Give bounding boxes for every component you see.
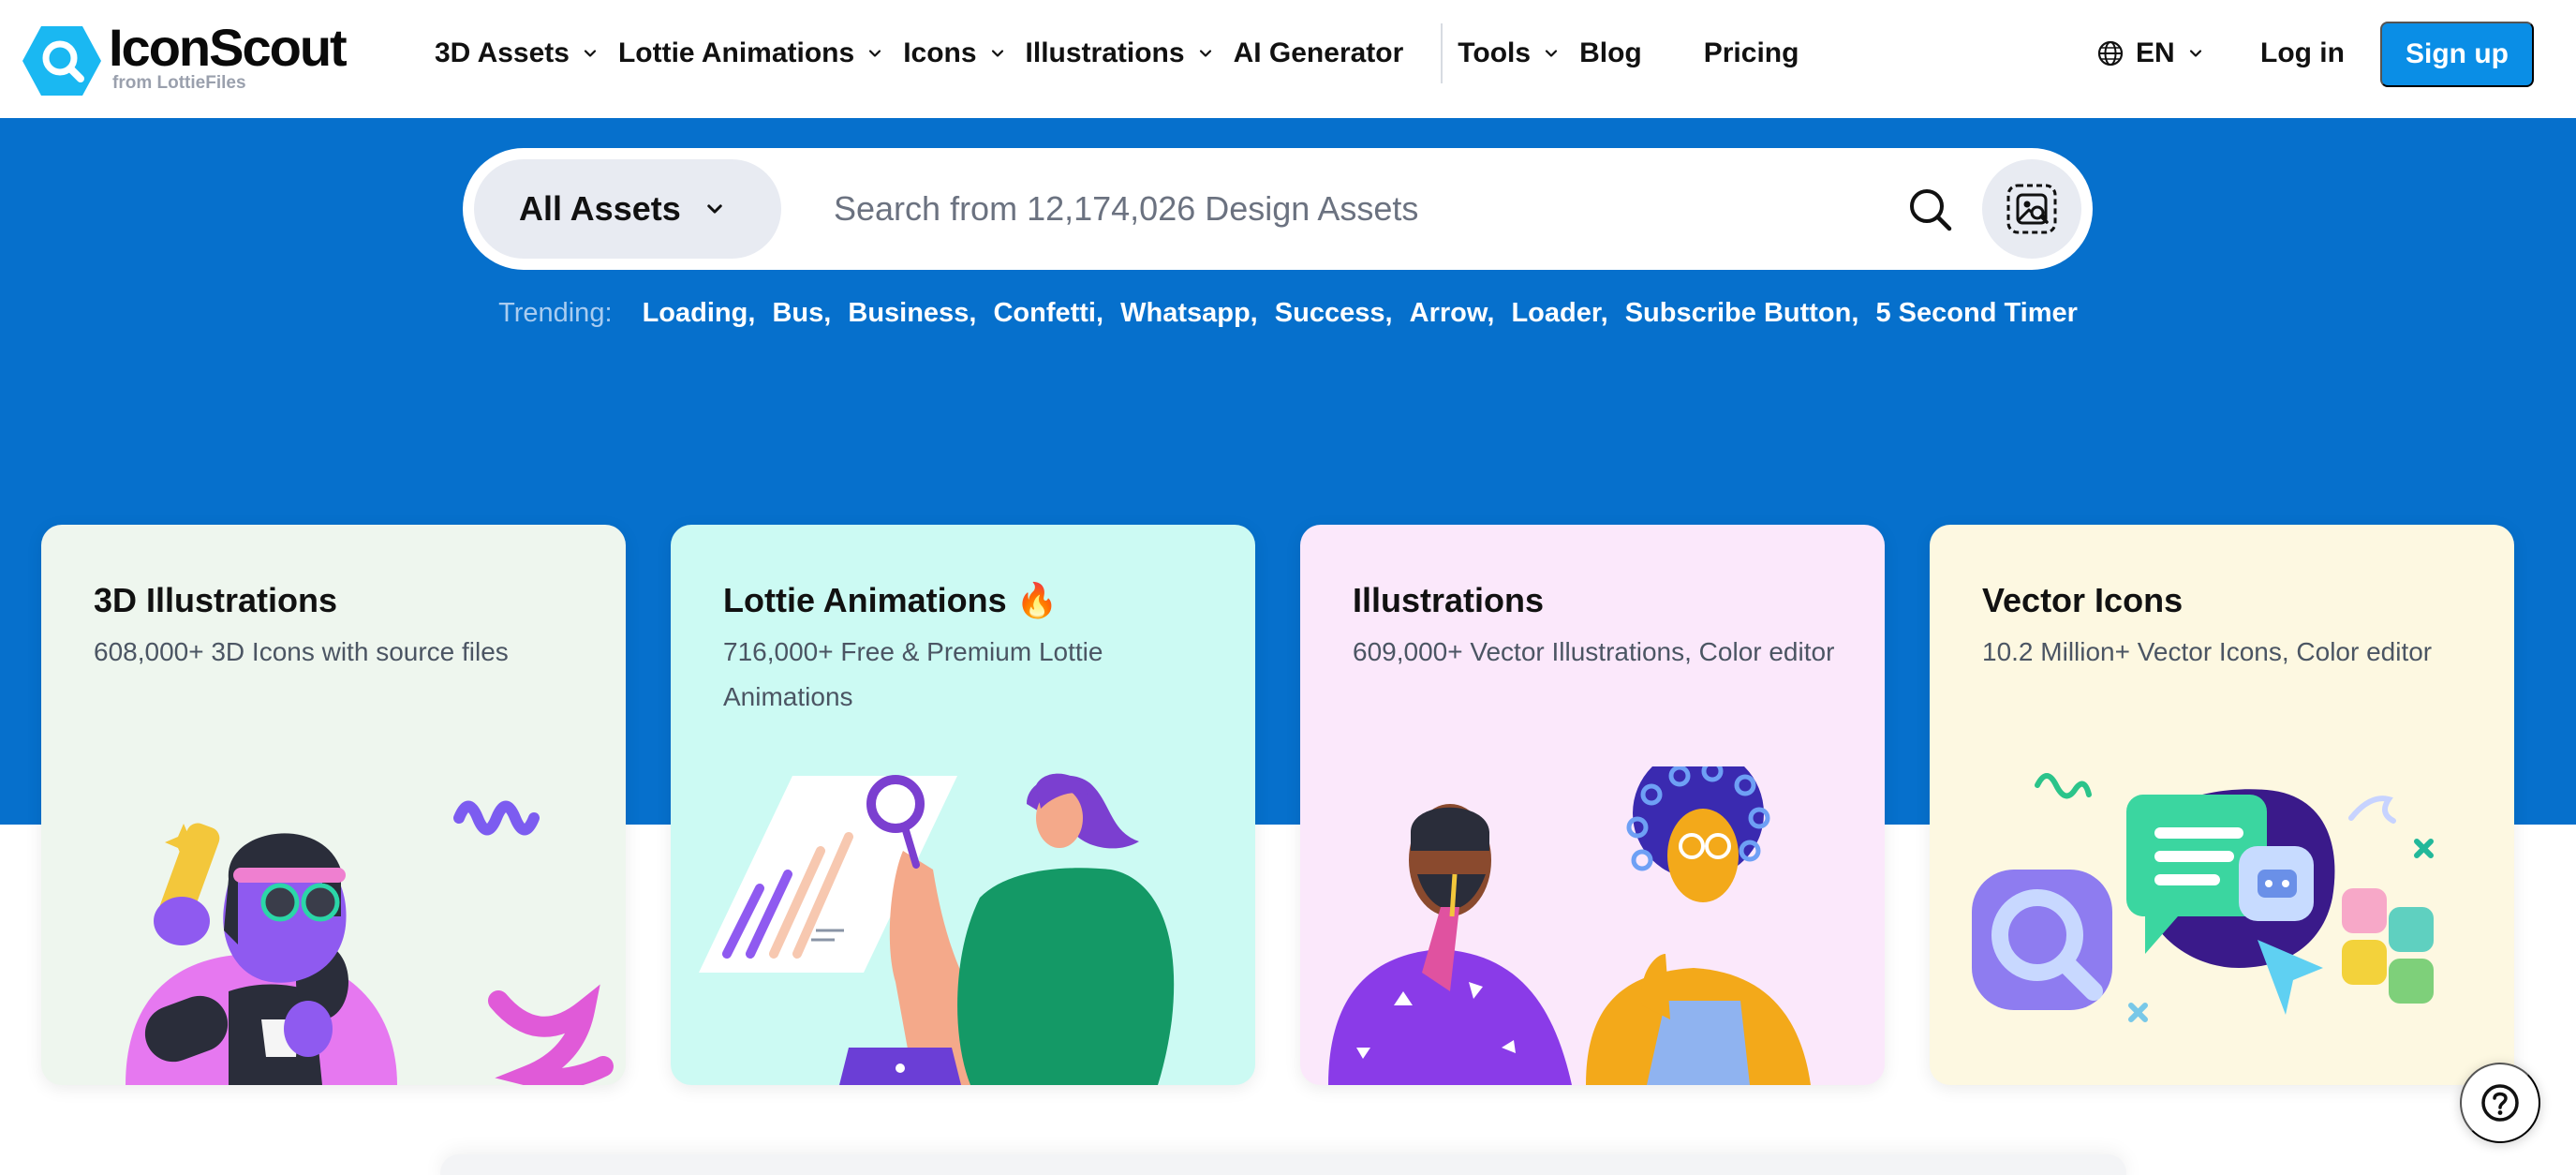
chevron-down-icon xyxy=(869,50,881,57)
card-description: 608,000+ 3D Icons with source files xyxy=(94,637,509,666)
search-input[interactable] xyxy=(834,174,1864,244)
chevron-down-icon xyxy=(707,204,722,214)
trending-link[interactable]: Confetti xyxy=(993,298,1096,328)
trending-link[interactable]: Loader xyxy=(1511,298,1600,328)
help-button[interactable] xyxy=(2460,1063,2540,1143)
card-title: 3D Illustrations xyxy=(94,581,338,619)
card-title: Lottie Animations 🔥 xyxy=(723,581,1059,619)
trending-label: Trending: xyxy=(498,298,613,328)
chevron-down-icon xyxy=(2189,50,2201,57)
image-search-button[interactable] xyxy=(1982,159,2081,259)
nav-pricing[interactable]: Pricing xyxy=(1704,37,1799,69)
search-icon[interactable] xyxy=(1907,186,1954,233)
card-description: 609,000+ Vector Illustrations, Color edi… xyxy=(1353,637,1835,666)
nav-lottie-animations[interactable]: Lottie Animations xyxy=(618,37,882,69)
login-link[interactable]: Log in xyxy=(2260,0,2345,107)
search-bar: All Assets xyxy=(463,148,2093,270)
nav-illustrations[interactable]: Illustrations xyxy=(1026,37,1213,69)
card-illustrations[interactable]: Illustrations 609,000+ Vector Illustrati… xyxy=(1300,525,1885,1085)
chevron-down-icon xyxy=(991,50,1003,57)
trending-link[interactable]: 5 Second Timer xyxy=(1875,298,2077,328)
nav-ai-generator[interactable]: AI Generator xyxy=(1234,37,1404,69)
chevron-down-icon xyxy=(1545,50,1558,57)
chevron-down-icon xyxy=(1199,50,1211,57)
analytics-woman-illustration xyxy=(699,773,1175,1085)
trending-link[interactable]: Bus xyxy=(772,298,823,328)
main-nav: 3D Assets Lottie Animations Icons Illust… xyxy=(435,0,1799,107)
site-header: IconScout from LottieFiles 3D Assets Lot… xyxy=(0,0,2576,118)
trending-link[interactable]: Loading xyxy=(643,298,748,328)
language-selector[interactable]: EN xyxy=(2096,0,2203,107)
trending-link[interactable]: Business xyxy=(848,298,969,328)
globe-icon xyxy=(2097,40,2124,67)
logo-name: IconScout xyxy=(109,18,348,77)
chevron-down-icon xyxy=(584,50,597,57)
trending-link[interactable]: Success xyxy=(1275,298,1385,328)
vector-icons-collage-illustration xyxy=(1972,773,2434,1022)
card-description: 716,000+ Free & Premium Lottie Animation… xyxy=(723,637,1103,711)
3d-character-illustration xyxy=(126,800,614,1085)
asset-type-label: All Assets xyxy=(519,189,681,228)
trending-link[interactable]: Subscribe Button xyxy=(1625,298,1852,328)
question-mark-icon xyxy=(2481,1084,2519,1122)
nav-blog[interactable]: Blog xyxy=(1579,37,1642,69)
nav-tools[interactable]: Tools xyxy=(1458,37,1559,69)
asset-type-dropdown[interactable]: All Assets xyxy=(474,159,781,259)
language-label: EN xyxy=(2136,37,2175,68)
card-title: Vector Icons xyxy=(1982,581,2184,619)
nav-divider xyxy=(1441,23,1443,83)
trending-link[interactable]: Whatsapp xyxy=(1120,298,1251,328)
trending-searches: Trending: Loading, Bus, Business, Confet… xyxy=(498,298,2078,328)
signup-button[interactable]: Sign up xyxy=(2380,22,2534,87)
image-search-icon xyxy=(2006,184,2057,234)
card-description: 10.2 Million+ Vector Icons, Color editor xyxy=(1982,637,2433,666)
card-3d-illustrations[interactable]: 3D Illustrations 608,000+ 3D Icons with … xyxy=(41,525,626,1085)
next-section-edge xyxy=(440,1154,2126,1175)
nav-icons[interactable]: Icons xyxy=(903,37,1004,69)
nav-3d-assets[interactable]: 3D Assets xyxy=(435,37,598,69)
card-title: Illustrations xyxy=(1353,581,1545,619)
two-people-illustration xyxy=(1328,766,1811,1085)
trending-link[interactable]: Arrow xyxy=(1410,298,1488,328)
card-vector-icons[interactable]: Vector Icons 10.2 Million+ Vector Icons,… xyxy=(1930,525,2514,1085)
card-lottie-animations[interactable]: Lottie Animations 🔥 716,000+ Free & Prem… xyxy=(671,525,1255,1085)
logo[interactable]: IconScout from LottieFiles xyxy=(22,18,348,97)
logo-subtitle: from LottieFiles xyxy=(112,73,246,93)
magnifier-logo-icon xyxy=(22,24,101,97)
